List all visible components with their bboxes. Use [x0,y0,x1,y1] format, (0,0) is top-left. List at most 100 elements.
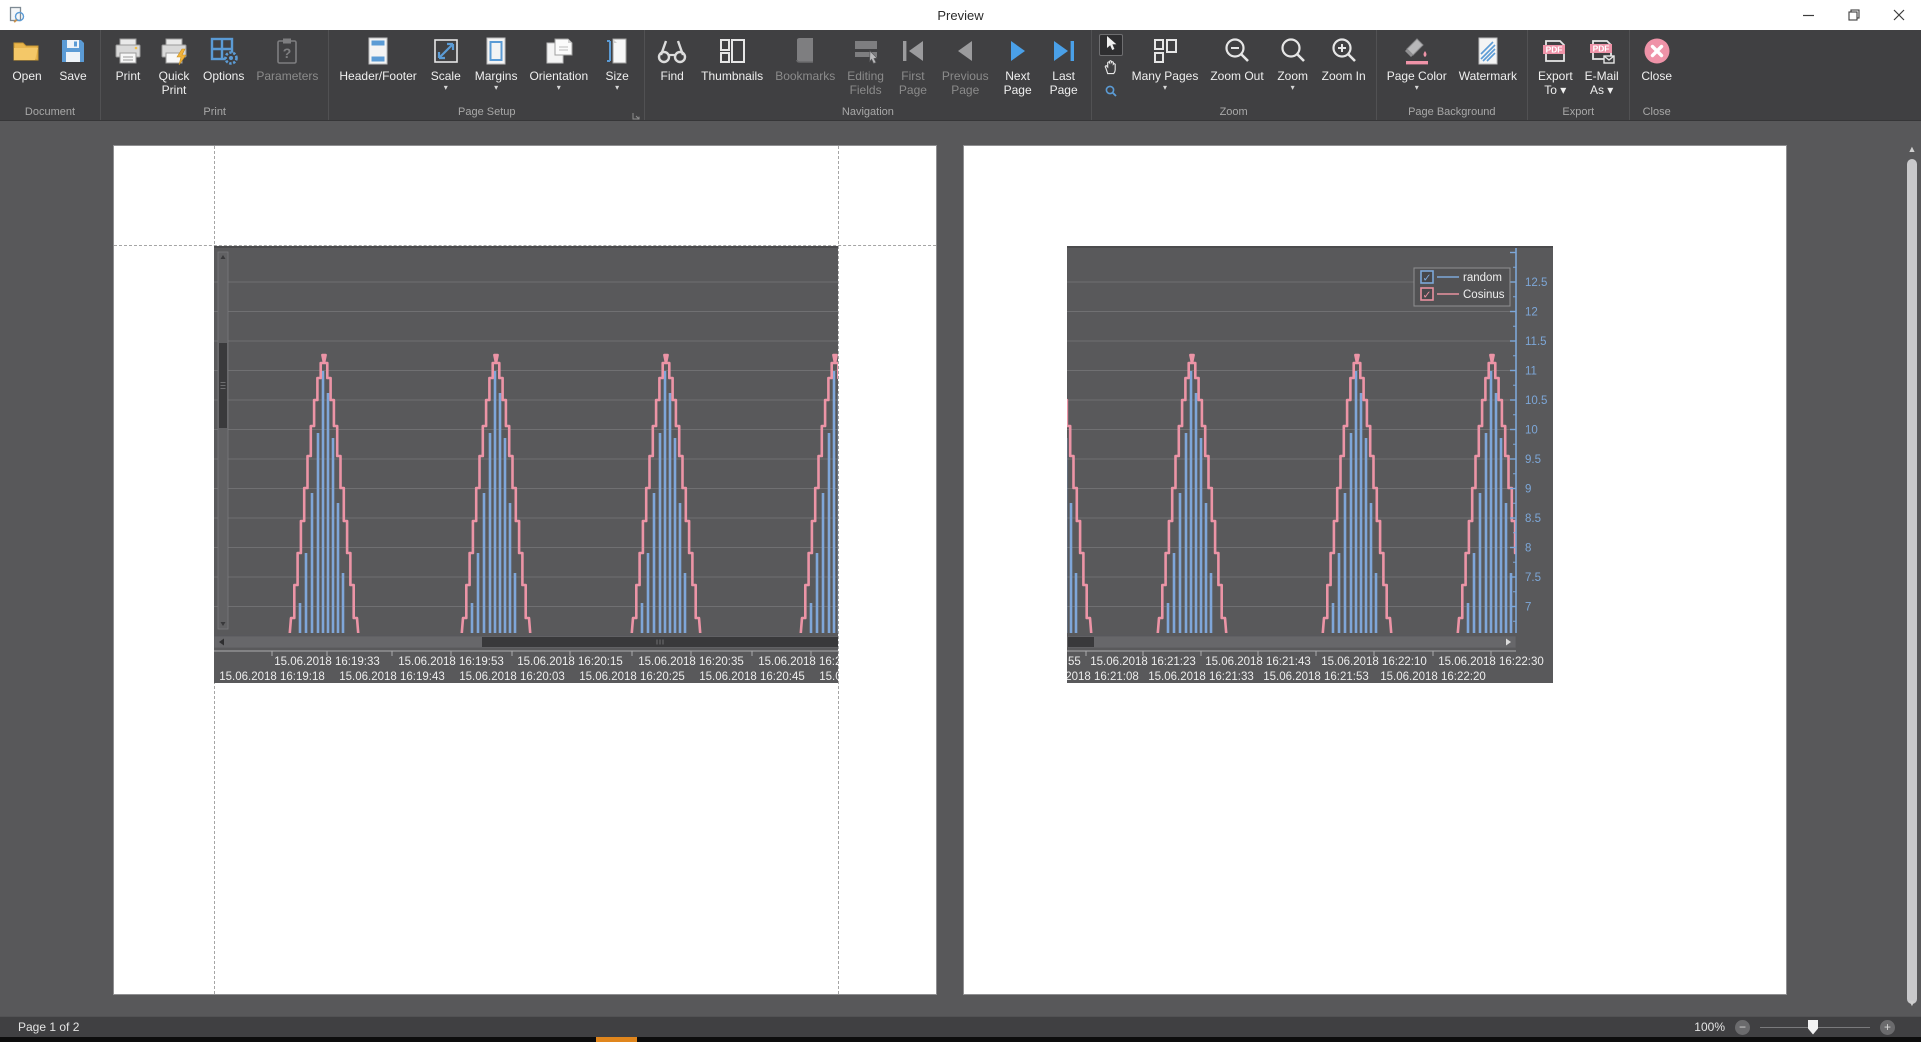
ribbon-group-print: PrintQuick PrintOptions?ParametersPrint [101,30,329,120]
button-label: Zoom [1277,69,1308,83]
button-label: Editing Fields [847,69,884,97]
button-label: Print [116,69,141,83]
open-button[interactable]: Open [4,32,50,102]
thumbnails-icon [716,35,748,67]
ribbon-group-page-background: Page Color▾Watermark Page Background [1377,30,1528,120]
options-button[interactable]: Options [197,32,250,102]
x-axis-label-row1: 15.06.2018 16:21:43 [1205,656,1311,668]
watermark-button[interactable]: Watermark [1453,32,1523,102]
thumbnails-button[interactable]: Thumbnails [695,32,769,102]
legend-label-Cosinus[interactable]: Cosinus [1463,289,1505,301]
margins-icon [480,35,512,67]
scroll-up-icon[interactable]: ▲ [1907,145,1917,154]
many-pages-button[interactable]: Many Pages▾ [1126,32,1205,102]
svg-text:PDF: PDF [1546,44,1563,54]
window-title: Preview [0,8,1921,23]
ribbon-group-caption: Zoom [1092,106,1376,118]
previous-page-button: Previous Page [936,32,995,102]
button-label: Next Page [1004,69,1032,97]
x-axis-label-row2: 15.06.2018 16:21:33 [1148,671,1254,683]
export-to-button[interactable]: PDFExport To ▾ [1532,32,1579,102]
dialog-launcher-icon[interactable] [632,108,641,117]
button-label: Scale [431,69,461,83]
x-axis-label-row2: 15.06.2018 16:20:45 [699,671,805,683]
page-2: 15.06.2018 16:20:5515.06.2018 16:21:2315… [963,145,1787,995]
pointer-tool-button[interactable] [1099,34,1123,56]
x-axis-label-row2: 15.06.2018 16:21:08 [1067,671,1139,683]
x-axis-label-row2: 15.06.2018 16:21:53 [1263,671,1369,683]
y-axis-tick-label: 7 [1525,602,1531,614]
ribbon-group-document: OpenSaveDocument [0,30,101,120]
x-axis-label-row1: 15.06.2018 16:22:10 [1321,656,1427,668]
chart-svg: 15.06.2018 16:19:3315.06.2018 16:19:5315… [214,248,838,683]
x-axis-label-row1: 15.06.2018 16:22:30 [1438,656,1544,668]
quick-print-button[interactable]: Quick Print [151,32,197,102]
button-label: Options [203,69,244,83]
button-label: Bookmarks [775,69,835,83]
preview-vertical-scrollbar[interactable]: ▲ ▼ [1906,131,1919,1008]
zoom-slider-thumb[interactable] [1808,1020,1818,1035]
button-label: Many Pages [1132,69,1199,83]
zoom-in-icon[interactable]: + [1880,1020,1895,1035]
y-axis-tick-label: 9 [1525,484,1531,496]
zoom-slider[interactable] [1760,1020,1870,1035]
mini-magnifier-tool-button[interactable] [1099,82,1123,104]
e-mail-as-button[interactable]: PDFE-Mail As ▾ [1579,32,1625,102]
button-label: Zoom Out [1210,69,1263,83]
x-axis-label-row2: 15.06.2018 16:20:03 [459,671,565,683]
last-page-button[interactable]: Last Page [1041,32,1087,102]
scale-button[interactable]: Scale▾ [423,32,469,102]
zoom-controls: 100% − + [1694,1020,1895,1035]
bookmarks-icon [789,35,821,67]
svg-text:?: ? [283,45,292,61]
next-page-button[interactable]: Next Page [995,32,1041,102]
ribbon-group-caption: Close [1630,106,1684,118]
scroll-down-icon[interactable]: ▼ [1907,999,1917,1008]
open-folder-icon [11,35,43,67]
page-color-button[interactable]: Page Color▾ [1381,32,1453,102]
editing-fields-icon [850,35,882,67]
orientation-button[interactable]: Orientation▾ [523,32,594,102]
watermark-icon [1472,35,1504,67]
minimize-button[interactable] [1786,0,1831,30]
close-button[interactable]: Close [1634,32,1680,102]
zoom-out-icon [1221,35,1253,67]
ribbon-group-caption: Navigation [645,106,1090,118]
options-icon [208,35,240,67]
button-label: Orientation [529,69,588,83]
margin-guide-right [838,146,839,994]
ribbon-group-caption: Page Background [1377,106,1527,118]
button-label: Header/Footer [339,69,416,83]
scrollbar-thumb[interactable] [1907,159,1917,1004]
size-button[interactable]: Size▾ [594,32,640,102]
ribbon-group-caption: Export [1528,106,1629,118]
ribbon-group-caption: Page Setup [329,106,644,118]
y-axis-tick-label: 11.5 [1525,336,1547,348]
zoom-out-button[interactable]: Zoom Out [1204,32,1269,102]
print-button[interactable]: Print [105,32,151,102]
button-label: Margins [475,69,518,83]
zoom-out-icon[interactable]: − [1735,1020,1750,1035]
header-footer-button[interactable]: Header/Footer [333,32,422,102]
close-circle-icon [1641,35,1673,67]
legend-label-random[interactable]: random [1463,272,1502,284]
first-page-button: First Page [890,32,936,102]
margins-button[interactable]: Margins▾ [469,32,524,102]
title-bar: Preview [0,0,1921,30]
dropdown-arrow-icon: ▾ [444,84,448,91]
restore-button[interactable] [1831,0,1876,30]
y-axis-tick-label: 7.5 [1525,572,1541,584]
last-page-icon [1048,35,1080,67]
y-axis-tick-label: 9.5 [1525,454,1541,466]
y-axis-tick-label: 12.5 [1525,277,1547,289]
quick-print-icon [158,35,190,67]
save-button[interactable]: Save [50,32,96,102]
zoom-button[interactable]: Zoom▾ [1270,32,1316,102]
find-button[interactable]: Find [649,32,695,102]
x-axis-label-row1: 15.06.2018 16:19:53 [398,656,504,668]
hand-tool-button[interactable] [1099,58,1123,80]
hand-icon [1103,59,1118,80]
zoom-in-button[interactable]: Zoom In [1316,32,1372,102]
close-window-button[interactable] [1876,0,1921,30]
export-pdf-icon: PDF [1539,35,1571,67]
